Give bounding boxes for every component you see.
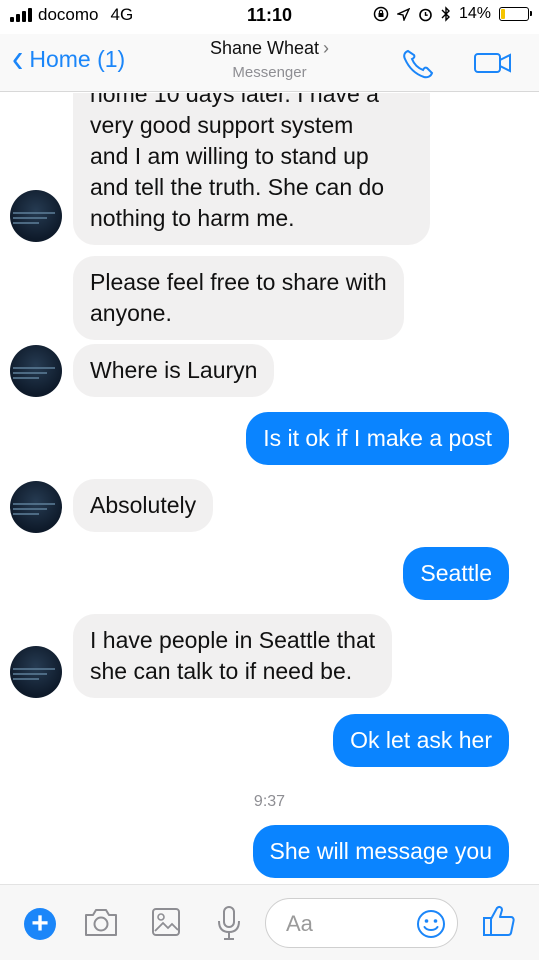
message-line: and tell the truth. She can do: [90, 174, 385, 200]
plus-icon[interactable]: +: [24, 908, 56, 940]
message-line: She will message you: [269, 838, 492, 864]
avatar[interactable]: [10, 646, 62, 698]
chevron-right-icon: ›: [323, 38, 330, 58]
message-outgoing[interactable]: Ok let ask her: [333, 714, 509, 767]
message-list[interactable]: home 10 days later. I have a very good s…: [0, 93, 539, 883]
composer-bar: +: [0, 884, 539, 960]
message-line: Please feel free to share with: [90, 269, 387, 295]
message-input-field[interactable]: [265, 898, 458, 948]
message-incoming[interactable]: home 10 days later. I have a very good s…: [73, 93, 430, 245]
video-icon[interactable]: [473, 48, 513, 78]
lock-rotation-icon: [373, 6, 389, 22]
message-line: very good support system: [90, 112, 354, 138]
message-incoming[interactable]: Absolutely: [73, 479, 214, 532]
message-line: home 10 days later. I have a: [90, 93, 379, 107]
emoji-icon[interactable]: [415, 908, 447, 940]
message-input[interactable]: [286, 911, 406, 937]
message-line: I have people in Seattle that: [90, 627, 376, 653]
message-incoming[interactable]: I have people in Seattle that she can ta…: [73, 614, 393, 698]
conversation-header: ‹ Home (1) Shane Wheat › Messenger: [0, 34, 539, 92]
message-line: nothing to harm me.: [90, 205, 295, 231]
message-outgoing[interactable]: Seattle: [403, 547, 509, 600]
gallery-icon[interactable]: [150, 905, 182, 939]
message-line: Absolutely: [90, 492, 197, 518]
alarm-icon: [419, 8, 432, 21]
camera-icon[interactable]: [83, 905, 119, 939]
location-icon: [396, 7, 410, 21]
message-line: anyone.: [90, 300, 172, 326]
message-line: Where is Lauryn: [90, 357, 258, 383]
avatar[interactable]: [10, 345, 62, 397]
message-incoming[interactable]: Where is Lauryn: [73, 344, 275, 397]
status-bar: docomo 4G 11:10 14%: [0, 0, 539, 34]
avatar[interactable]: [10, 190, 62, 242]
bluetooth-icon: [441, 6, 450, 22]
message-outgoing[interactable]: Is it ok if I make a post: [246, 412, 509, 465]
message-timestamp: 9:37: [253, 793, 286, 810]
message-line: Seattle: [420, 560, 492, 586]
battery-percent: 14%: [458, 5, 491, 22]
microphone-icon[interactable]: [215, 905, 243, 941]
message-incoming[interactable]: Please feel free to share with anyone.: [73, 256, 404, 340]
contact-name: Shane Wheat: [209, 38, 320, 58]
thumbs-up-icon[interactable]: [481, 903, 517, 939]
avatar[interactable]: [10, 481, 62, 533]
message-line: and I am willing to stand up: [90, 143, 369, 169]
message-outgoing[interactable]: She will message you: [252, 825, 509, 878]
message-line: Ok let ask her: [350, 727, 492, 753]
message-line: Is it ok if I make a post: [263, 425, 492, 451]
phone-icon[interactable]: [401, 48, 435, 80]
battery-icon: [499, 7, 532, 21]
message-line: she can talk to if need be.: [90, 658, 353, 684]
